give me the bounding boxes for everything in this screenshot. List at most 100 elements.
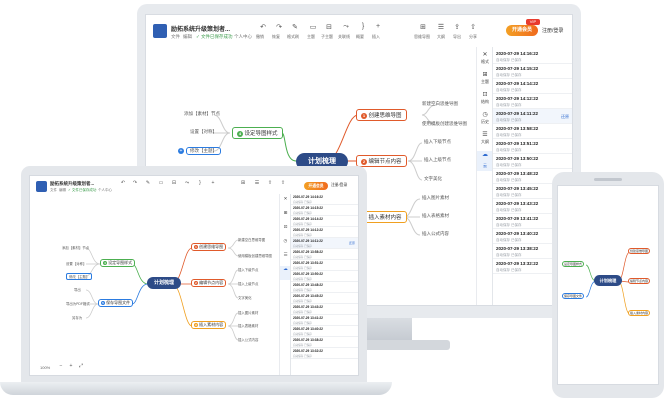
branch-node-1[interactable]: 1 创建思维导图 (356, 109, 407, 121)
history-time: 2020-07-29 14:16:22 (496, 51, 539, 56)
branch-node-5[interactable]: 保存导图文件 (562, 293, 585, 299)
branch-node-4[interactable]: 4 设定导图样式 (100, 259, 136, 267)
history-item[interactable]: 2020-07-29 14:16:22 自动保存 已保存 (291, 194, 358, 205)
history-subtitle: 自动保存 已保存 (496, 178, 522, 182)
branch-node-1[interactable]: 1 创建思维导图 (191, 243, 227, 251)
leaf-node-selected[interactable]: 修改【主题】 (186, 147, 221, 155)
outline-rail-icon[interactable]: ☰ (477, 131, 493, 138)
leaf-node[interactable]: 设置【对称】 (190, 129, 217, 135)
history-item[interactable]: 2020-07-29 14:15:22 自动保存 已保存 (493, 64, 572, 79)
history-item[interactable]: 2020-07-29 14:12:22 自动保存 已保存 (493, 94, 572, 109)
zoom-in-icon[interactable]: + (66, 363, 76, 369)
leaf-node[interactable]: 文字美化 (424, 176, 442, 182)
history-item[interactable]: 2020-07-29 13:40:22 自动保存 已保存 (291, 326, 358, 337)
login-link[interactable]: 注册/登录 (542, 27, 563, 34)
history-item[interactable]: 2020-07-29 13:58:22 自动保存 已保存 (291, 249, 358, 260)
branch-node-2[interactable]: 2 编辑节点内容 (356, 155, 407, 167)
leaf-node-selected[interactable]: 修改【主题】 (66, 273, 93, 280)
branch-node-2[interactable]: 编辑节点内容 (628, 278, 651, 284)
leaf-node[interactable]: 另存为 (72, 315, 82, 320)
history-item[interactable]: 2020-07-29 13:51:22 自动保存 已保存 (291, 260, 358, 271)
leaf-node[interactable]: 导出为PDF格式 (66, 301, 90, 306)
vip-button[interactable]: 开通会员 (506, 25, 538, 36)
vip-badge: VIP (526, 19, 540, 25)
history-time: 2020-07-29 13:38:22 (496, 246, 539, 251)
history-subtitle: 自动保存 已保存 (496, 58, 522, 62)
history-item[interactable]: 2020-07-29 14:14:22 自动保存 已保存 (291, 216, 358, 227)
branch-label: 保存导图文件 (564, 294, 583, 298)
leaf-node[interactable]: 插入表格素材 (422, 213, 449, 219)
leaf-node[interactable]: 插入上级节点 (424, 157, 451, 163)
branch-label: 设定导图样式 (564, 262, 583, 266)
history-subtitle: 自动保存 已保存 (293, 212, 312, 215)
history-item[interactable]: 2020-07-29 14:16:22 自动保存 已保存 (493, 49, 572, 64)
history-item-selected[interactable]: 2020-07-29 14:11:22 自动保存 已保存 还原 (493, 109, 572, 124)
theme-rail-icon[interactable]: ⊞ (477, 71, 493, 78)
root-node[interactable]: 计划梳理 (594, 275, 622, 286)
history-item[interactable]: 2020-07-29 13:51:22 自动保存 已保存 (493, 139, 572, 154)
history-rail-icon[interactable]: ◷ (477, 111, 493, 118)
leaf-node[interactable]: 插入公式内容 (238, 337, 258, 342)
history-subtitle: 自动保存 已保存 (293, 267, 312, 270)
leaf-node[interactable]: 新建空白思维导图 (238, 237, 265, 242)
history-item[interactable]: 2020-07-29 13:41:22 自动保存 已保存 (291, 315, 358, 326)
branch-node-4[interactable]: 设定导图样式 (562, 261, 585, 267)
leaf-node[interactable]: 文字美化 (238, 295, 252, 300)
leaf-node[interactable]: 插入表格素材 (238, 323, 258, 328)
structure-rail-label: 结构 (481, 99, 489, 104)
history-item[interactable]: 2020-07-29 13:58:22 自动保存 已保存 (493, 124, 572, 139)
history-subtitle: 自动保存 已保存 (496, 148, 522, 152)
leaf-node[interactable]: 设置【对称】 (66, 261, 86, 266)
branch-node-5[interactable]: 5 保存导图文件 (98, 299, 134, 307)
leaf-node[interactable]: 插入图片素材 (238, 310, 258, 315)
history-subtitle: 自动保存 已保存 (496, 163, 522, 167)
history-item[interactable]: 2020-07-29 13:45:22 自动保存 已保存 (291, 293, 358, 304)
history-item-selected[interactable]: 2020-07-29 14:11:22 自动保存 已保存 还原 (291, 238, 358, 249)
leaf-node[interactable]: 使用模板创建思维导图 (422, 121, 467, 127)
history-item[interactable]: 2020-07-29 14:14:22 自动保存 已保存 (493, 79, 572, 94)
history-item[interactable]: 2020-07-29 13:43:22 自动保存 已保存 (291, 304, 358, 315)
root-node[interactable]: 计划梳理 (147, 277, 181, 289)
branch-node-1[interactable]: 创建思维导图 (628, 248, 651, 254)
branch-node-4[interactable]: 4 设定导图样式 (232, 127, 283, 139)
fit-screen-icon[interactable]: ⤢ (76, 363, 86, 369)
history-time: 2020-07-29 14:11:22 (496, 111, 539, 116)
leaf-node[interactable]: 插入公式内容 (422, 231, 449, 237)
leaf-node[interactable]: 导出 (74, 287, 81, 292)
leaf-node[interactable]: 添加【素材】节点 (62, 245, 89, 250)
structure-rail-icon[interactable]: ⊡ (477, 91, 493, 98)
history-time: 2020-07-29 13:41:22 (496, 216, 539, 221)
branch-node-2[interactable]: 2 编辑节点内容 (191, 279, 227, 287)
history-item[interactable]: 2020-07-29 13:38:22 自动保存 已保存 (291, 337, 358, 348)
laptop-screen: 励拓系统升级策划者... 文件 编辑 ✓ 文件已保存成功 个人中心 ↶ ↷ ✎ … (29, 175, 359, 376)
history-subtitle: 自动保存 已保存 (496, 193, 522, 197)
leaf-node[interactable]: 添加【素材】节点 (184, 111, 220, 117)
leaf-node[interactable]: 新建空白思维导图 (422, 101, 458, 107)
leaf-node[interactable]: 使用模板创建思维导图 (238, 253, 272, 258)
history-item[interactable]: 2020-07-29 14:15:22 自动保存 已保存 (291, 205, 358, 216)
history-item[interactable]: 2020-07-29 13:50:22 自动保存 已保存 (493, 154, 572, 169)
history-item[interactable]: 2020-07-29 13:50:22 自动保存 已保存 (291, 271, 358, 282)
branch-label: 设定导图样式 (244, 131, 278, 137)
leaf-node[interactable]: 插入下级节点 (424, 139, 451, 145)
history-item[interactable]: 2020-07-29 13:32:22 自动保存 已保存 (291, 348, 358, 359)
zoom-level[interactable]: 100% (40, 365, 50, 370)
add-node-icon[interactable]: + (178, 148, 184, 154)
restore-link[interactable]: 还原 (561, 114, 569, 120)
history-time: 2020-07-29 13:45:22 (496, 186, 539, 191)
branch-node-3[interactable]: 插入素材内容 (628, 310, 651, 316)
history-subtitle: 自动保存 已保存 (293, 344, 312, 347)
leaf-node[interactable]: 插入图片素材 (422, 195, 449, 201)
leaf-node[interactable]: 插入上级节点 (238, 281, 258, 286)
leaf-node[interactable]: 插入下级节点 (238, 267, 258, 272)
history-panel: 2020-07-29 14:16:22 自动保存 已保存 2020-07-29 1… (290, 194, 358, 375)
restore-link[interactable]: 还原 (349, 241, 355, 245)
branch-label: 设定导图样式 (108, 260, 133, 265)
history-item[interactable]: 2020-07-29 14:12:22 自动保存 已保存 (291, 227, 358, 238)
format-rail-icon[interactable]: ✕ (477, 51, 493, 58)
branch-node-3[interactable]: 3 插入素材内容 (191, 321, 227, 329)
zoom-out-icon[interactable]: − (56, 363, 66, 369)
history-item[interactable]: 2020-07-29 13:48:22 自动保存 已保存 (291, 282, 358, 293)
history-subtitle: 自动保存 已保存 (293, 201, 312, 204)
phone-speaker (594, 178, 622, 181)
